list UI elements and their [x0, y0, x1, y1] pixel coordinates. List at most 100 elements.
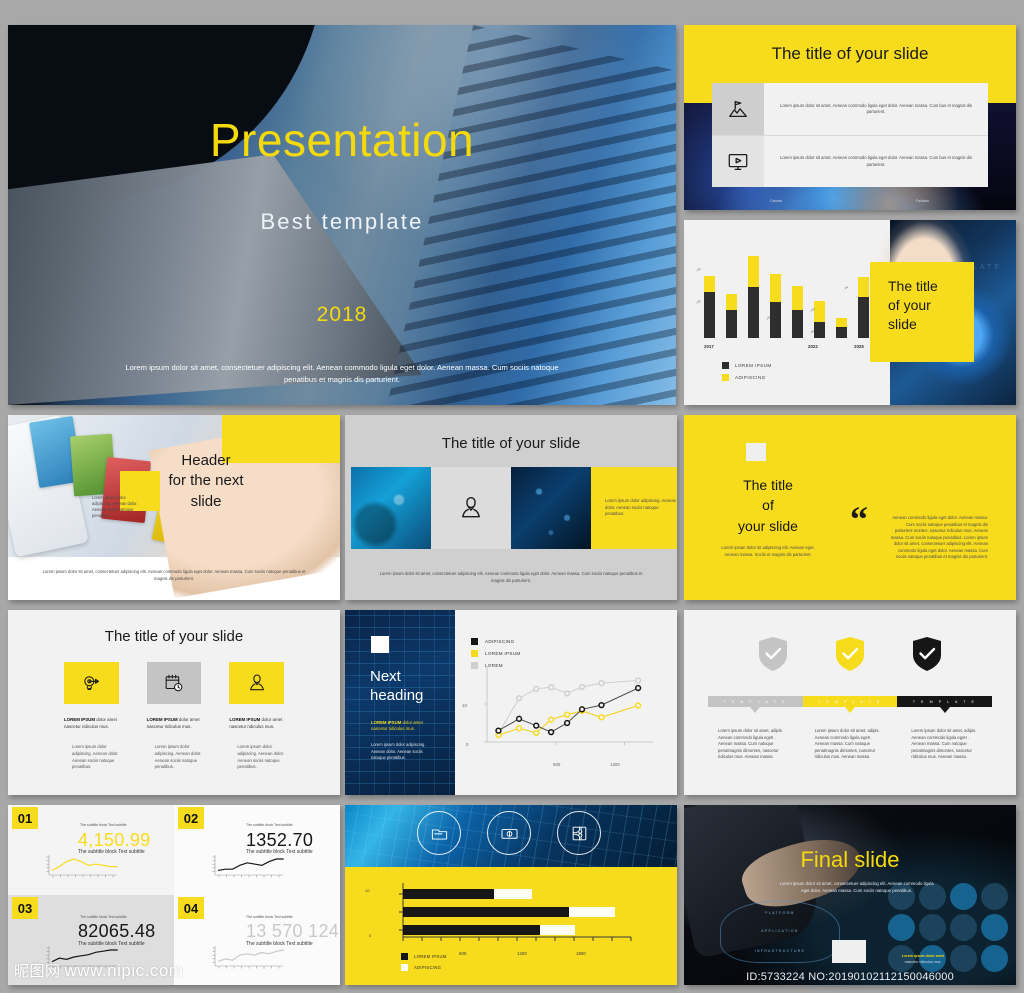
bar-segment-lorem-ipsum: [792, 310, 803, 338]
legend-label-adipiscing: ADIPISCING: [485, 639, 515, 644]
stock-id-line: ID:5733224 NO:20190102112150046000: [746, 971, 954, 983]
slide8-subheading: LOREM IPSUM dolor amet nascetur ridiculu…: [371, 720, 433, 733]
slide2-row-1-text-wrap: Lorem ipsum dolor sit amet. Aenean commo…: [764, 83, 988, 135]
kpi-caption-1: The subtitle block Text subtitle: [80, 823, 127, 827]
bar-x-label-2017: 2017: [704, 344, 714, 349]
bar-segment-adipiscing: [836, 317, 847, 328]
feature-column-2[interactable]: LOREM IPSUM dolor amet nascetur ridiculu…: [146, 662, 202, 771]
slide-kpi-grid[interactable]: 01 02 03 04 The subtitle block Text subt…: [8, 805, 340, 985]
businessman-icon: [229, 662, 285, 704]
template-preview-sheet: Presentation Best template 2018 Lorem ip…: [0, 0, 1024, 993]
cloud-label-platform: PLATFORM: [765, 911, 795, 915]
x-tick-600: 600: [459, 951, 467, 956]
grid-dot: [981, 945, 1008, 972]
slide-cover[interactable]: Presentation Best template 2018 Lorem ip…: [8, 25, 676, 405]
flag-mountain-icon: [712, 83, 764, 135]
ribbon-label-1: T E M P L A T E: [723, 699, 788, 704]
feature-heading-3: LOREM IPSUM dolor amet nascetur ridiculu…: [229, 717, 284, 730]
feature-heading-bold-3: LOREM IPSUM: [229, 717, 261, 722]
slide-three-features[interactable]: The title of your slide LOREM IPSUM dolo…: [8, 610, 340, 795]
bar-segment-lorem-ipsum: [704, 292, 715, 338]
target-bulb-icon: [64, 662, 119, 704]
map-label-canada: Canada: [770, 199, 782, 203]
folder-icon: [417, 811, 461, 855]
slide-map-strip[interactable]: The title of your slide Lorem ipsum dolo…: [345, 415, 677, 600]
slide-two-row-icons[interactable]: Canada Pakistan The title of your slide …: [684, 25, 1016, 210]
final-footnote-bold: Lorem ipsum dolor amet: [902, 954, 944, 959]
bar-6: [814, 301, 825, 338]
legend-swatch-white: [401, 964, 408, 971]
slide-quote[interactable]: The title of your slide Lorem ipsum dolo…: [684, 415, 1016, 600]
shield-text-col-1: Lorem ipsum dolor sit amet, adipis. Aene…: [718, 728, 789, 761]
slide5-footer: Lorem ipsum dolor sit amet, consectetuer…: [379, 571, 643, 583]
bar-segment-adipiscing: [704, 275, 715, 293]
circle-icon-row: [417, 811, 601, 855]
shield-text-columns: Lorem ipsum dolor sit amet, adipis. Aene…: [718, 728, 982, 761]
x-tick-1200: 1200: [517, 951, 527, 956]
grid-dot: [888, 914, 915, 941]
bar-segment-lorem-ipsum: [814, 321, 825, 338]
slide6-title-line2: of: [762, 497, 774, 514]
kpi-caption-2: The subtitle block Text subtitle: [246, 823, 293, 827]
bar-1: [704, 275, 715, 338]
slide8-heading-line1: Next: [370, 668, 401, 685]
bar-chart-x-labels: 2017 2022 2025: [704, 344, 884, 354]
slide7-title: The title of your slide: [104, 628, 244, 645]
y-tick-0: 0: [369, 933, 372, 938]
slide3-title-line1: The title: [888, 278, 938, 294]
kpi-value-2: 1352.70: [246, 830, 314, 850]
shield-text-2: Lorem ipsum dolor sit amet, adipis. Aene…: [814, 728, 880, 759]
bar-segment-lorem-ipsum: [836, 327, 847, 338]
hbar-segment-lorem-ipsum: [403, 889, 494, 899]
hbar-segment-adipiscing: [539, 925, 575, 935]
world-map-light: [351, 467, 431, 549]
kpi-caption-4: The subtitle block Text subtitle: [246, 915, 293, 919]
bar-7: [836, 317, 847, 338]
bar-segment-adipiscing: [858, 277, 869, 297]
slide-shields[interactable]: T E M P L A T E T E M P L A T E T E M P …: [684, 610, 1016, 795]
final-subtitle: Lorem ipsum dolor sit amet, consectetuer…: [779, 881, 934, 893]
bar-5: [792, 285, 803, 338]
legend-item-adipiscing: ADIPISCING: [401, 964, 447, 971]
slide2-title: The title of your slide: [771, 44, 929, 63]
slide2-rows: Lorem ipsum dolor sit amet. Aenean commo…: [712, 83, 988, 187]
bar-segment-adipiscing: [814, 301, 825, 322]
slide2-row-1[interactable]: Lorem ipsum dolor sit amet. Aenean commo…: [712, 83, 988, 135]
slide2-row-2-text: Lorem ipsum dolor sit amet. Aenean commo…: [779, 155, 973, 167]
bar-segment-adipiscing: [792, 285, 803, 311]
quote-mark-icon: “: [850, 499, 868, 539]
grid-dot: [919, 914, 946, 941]
slide-bar-chart[interactable]: TEMPLATE ~%+%+%-%-%+% 201720222025 LOREM…: [684, 220, 1016, 405]
feature-column-1[interactable]: LOREM IPSUM dolor amet nascetur ridiculu…: [64, 662, 119, 771]
slide-line-chart[interactable]: Next heading LOREM IPSUM dolor amet nasc…: [345, 610, 677, 795]
slide6-subtext: Lorem ipsum dolor sit adipiscing elit. A…: [721, 545, 815, 557]
calendar-clock-icon: [146, 662, 202, 704]
slide-horizontal-bars[interactable]: 10 0 600 1200 1800 LOREM IPSUM ADIPISCIN…: [345, 805, 677, 985]
legend-item-lorem-ipsum: LOREM IPSUM: [401, 953, 447, 960]
feature-heading-bold-2: LOREM IPSUM: [146, 717, 178, 722]
sparkline-1: [46, 855, 118, 878]
kpi-value-4: 13 570 124: [246, 921, 340, 941]
line-chart-plot: [484, 666, 653, 745]
feature-column-3[interactable]: LOREM IPSUM dolor amet nascetur ridiculu…: [229, 662, 285, 771]
bar-pct-label: +%: [695, 298, 702, 306]
slide-final[interactable]: PLATFORM APPLICATION INFRASTRUCTURE Fina…: [684, 805, 1016, 985]
bar-segment-adipiscing: [726, 293, 737, 311]
legend-swatch-black: [471, 638, 478, 645]
shield-check-icon-gray: [758, 636, 788, 677]
sparkline-4: [212, 946, 284, 969]
feature-heading-2: LOREM IPSUM dolor amet nascetur ridiculu…: [147, 717, 202, 730]
hbar-segment-adipiscing: [493, 889, 533, 899]
y-tick-0: 0: [466, 742, 469, 747]
cover-year: 2018: [316, 303, 368, 326]
slide2-row-2[interactable]: Lorem ipsum dolor sit amet. Aenean commo…: [712, 135, 988, 187]
stacked-bar-chart: ~% +% +% -% -% +%: [695, 256, 884, 338]
grid-dot: [981, 883, 1008, 910]
kpi-value-3: 82065.48: [78, 921, 156, 941]
horizontal-bar-chart: [383, 881, 633, 943]
slide-header-next[interactable]: Lorem ipsum dolor adipiscing. Aenean dol…: [8, 415, 340, 600]
slide4-heading-line1: Header: [181, 452, 231, 469]
feature-text-3: Lorem ipsum dolor adipiscing. Aenean dol…: [237, 744, 284, 770]
map-label-pakistan: Pakistan: [916, 199, 930, 203]
slide4-heading-line2: for the next: [168, 472, 244, 490]
